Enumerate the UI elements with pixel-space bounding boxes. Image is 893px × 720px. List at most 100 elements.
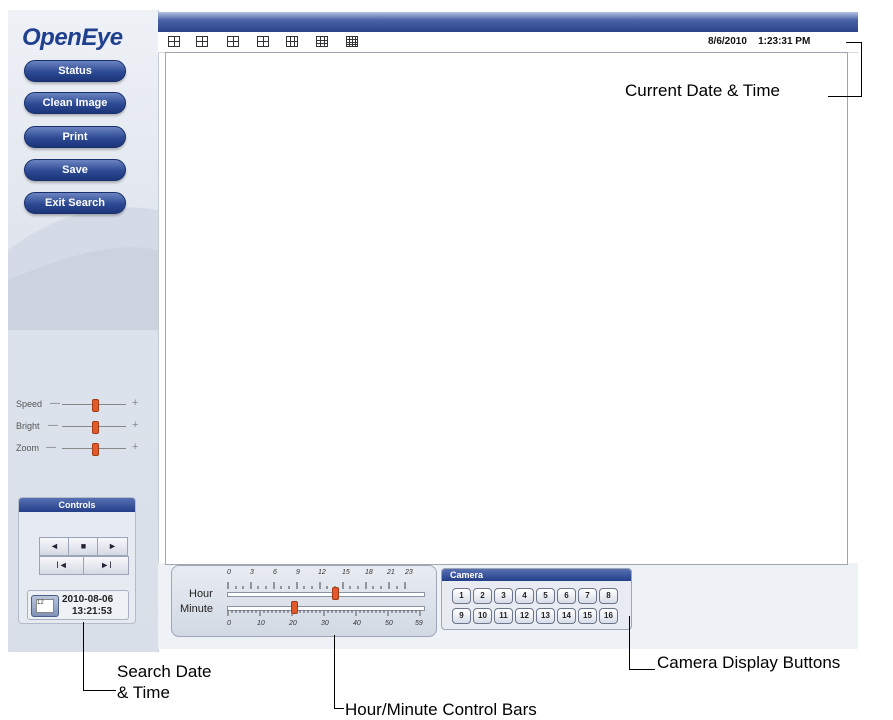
video-viewport[interactable] <box>165 52 848 565</box>
slider-thumb[interactable] <box>92 421 99 434</box>
camera-15-button[interactable]: 15 <box>578 608 597 624</box>
minute-tick: 20 <box>289 620 297 627</box>
minute-tick: 0 <box>227 620 231 627</box>
minute-tick-marks <box>227 610 421 616</box>
callout-line <box>83 690 116 691</box>
layout-1-icon[interactable] <box>168 36 180 47</box>
slider-thumb[interactable] <box>92 443 99 456</box>
bright-label: Bright <box>16 421 40 431</box>
hour-minute-annotation: Hour/Minute Control Bars <box>345 700 537 719</box>
layout-7-icon[interactable] <box>346 36 358 47</box>
save-button[interactable]: Save <box>24 159 126 181</box>
reverse-play-button[interactable]: ◄ <box>39 537 70 556</box>
hour-label: Hour <box>189 588 213 600</box>
camera-11-button[interactable]: 11 <box>494 608 513 624</box>
hour-tick: 12 <box>318 569 326 576</box>
hour-tick: 0 <box>227 569 231 576</box>
hour-minute-panel: 0 3 6 9 12 15 18 21 23 Hour Minute 0 10 … <box>171 565 437 637</box>
clean-image-button[interactable]: Clean Image <box>24 92 126 114</box>
camera-2-button[interactable]: 2 <box>473 588 492 604</box>
minus-icon: — <box>46 442 56 453</box>
speed-slider[interactable]: Speed — + <box>16 397 146 413</box>
camera-buttons-annotation: Camera Display Buttons <box>657 653 841 672</box>
minus-icon: — <box>48 420 58 431</box>
camera-1-button[interactable]: 1 <box>452 588 471 604</box>
camera-13-button[interactable]: 13 <box>536 608 555 624</box>
camera-8-button[interactable]: 8 <box>599 588 618 604</box>
callout-line <box>334 635 335 709</box>
callout-line <box>861 42 862 97</box>
plus-icon: + <box>132 419 139 431</box>
hour-tick: 3 <box>250 569 254 576</box>
play-button[interactable]: ► <box>97 537 128 556</box>
callout-line <box>846 42 862 43</box>
callout-line <box>828 96 862 97</box>
hour-tick: 23 <box>405 569 413 576</box>
layout-6-icon[interactable] <box>316 36 328 47</box>
search-datetime-annotation-line2: & Time <box>117 683 170 702</box>
camera-10-button[interactable]: 10 <box>473 608 492 624</box>
hour-tick-marks <box>227 582 406 589</box>
current-date: 8/6/2010 <box>708 36 747 47</box>
hour-thumb[interactable] <box>332 587 339 600</box>
openeye-logo: OpenEye <box>22 24 123 51</box>
layout-3-icon[interactable] <box>227 36 239 47</box>
controls-title: Controls <box>19 498 135 512</box>
search-date: 2010-08-06 <box>62 594 114 605</box>
controls-panel: Controls ◄ ■ ► I◄ ►I 12 2010-08-06 13:21… <box>18 497 136 624</box>
camera-3-button[interactable]: 3 <box>494 588 513 604</box>
step-back-button[interactable]: I◄ <box>39 556 85 575</box>
camera-5-button[interactable]: 5 <box>536 588 555 604</box>
exit-search-button[interactable]: Exit Search <box>24 192 126 214</box>
plus-icon: + <box>132 397 139 409</box>
layout-5-icon[interactable] <box>286 36 298 47</box>
search-time: 13:21:53 <box>72 606 113 617</box>
camera-14-button[interactable]: 14 <box>557 608 576 624</box>
status-button[interactable]: Status <box>24 60 126 82</box>
camera-6-button[interactable]: 6 <box>557 588 576 604</box>
calendar-page: 12 <box>36 599 54 613</box>
search-datetime-annotation-line1: Search Date <box>117 662 212 681</box>
layout-2-icon[interactable] <box>196 36 208 47</box>
camera-12-button[interactable]: 12 <box>515 608 534 624</box>
current-time: 1:23:31 PM <box>758 36 811 47</box>
slider-thumb[interactable] <box>92 399 99 412</box>
callout-line <box>83 622 84 691</box>
hour-tick: 21 <box>387 569 395 576</box>
top-title-bar <box>158 12 858 32</box>
minute-tick: 40 <box>353 620 361 627</box>
bright-slider[interactable]: Bright — + <box>16 419 146 435</box>
minute-label: Minute <box>180 603 214 615</box>
plus-icon: + <box>132 441 139 453</box>
calendar-icon[interactable]: 12 <box>31 595 59 617</box>
minute-tick: 59 <box>415 620 423 627</box>
callout-line <box>629 616 630 670</box>
camera-9-button[interactable]: 9 <box>452 608 471 624</box>
stop-button[interactable]: ■ <box>68 537 99 556</box>
speed-label: Speed <box>16 399 43 409</box>
minute-tick: 30 <box>321 620 329 627</box>
current-datetime-annotation: Current Date & Time <box>625 81 780 100</box>
camera-16-button[interactable]: 16 <box>599 608 618 624</box>
hour-tick: 18 <box>365 569 373 576</box>
hour-tick: 6 <box>273 569 277 576</box>
callout-line <box>334 708 344 709</box>
hour-tick: 15 <box>342 569 350 576</box>
minus-icon: — <box>50 398 60 409</box>
minute-tick: 50 <box>385 620 393 627</box>
zoom-slider[interactable]: Zoom — + <box>16 441 146 457</box>
search-datetime-box: 12 2010-08-06 13:21:53 <box>27 590 129 620</box>
step-forward-button[interactable]: ►I <box>83 556 129 575</box>
callout-line <box>629 669 655 670</box>
hour-tick: 9 <box>296 569 300 576</box>
zoom-label: Zoom <box>16 443 40 453</box>
minute-tick: 10 <box>257 620 265 627</box>
camera-7-button[interactable]: 7 <box>578 588 597 604</box>
print-button[interactable]: Print <box>24 126 126 148</box>
camera-4-button[interactable]: 4 <box>515 588 534 604</box>
camera-title: Camera <box>442 569 631 581</box>
hour-track[interactable] <box>227 592 425 597</box>
layout-4-icon[interactable] <box>257 36 269 47</box>
camera-panel: Camera 1 2 3 4 5 6 7 8 9 10 11 12 13 14 … <box>441 568 632 630</box>
minute-thumb[interactable] <box>291 601 298 614</box>
